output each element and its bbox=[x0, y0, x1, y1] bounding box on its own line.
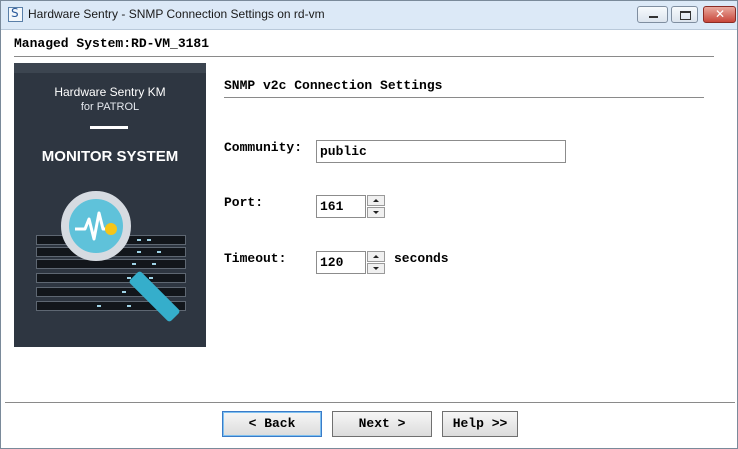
window-title: Hardware Sentry - SNMP Connection Settin… bbox=[28, 7, 325, 21]
timeout-stepper[interactable] bbox=[367, 251, 385, 274]
back-button[interactable]: < Back bbox=[222, 411, 322, 437]
community-label: Community: bbox=[224, 140, 303, 155]
section-divider bbox=[224, 97, 704, 98]
header-divider bbox=[14, 56, 714, 57]
port-input[interactable]: 161 bbox=[316, 195, 366, 218]
banner-product-name: Hardware Sentry KM bbox=[54, 85, 166, 99]
help-button[interactable]: Help >> bbox=[442, 411, 518, 437]
chevron-up-icon[interactable] bbox=[367, 251, 385, 262]
community-input[interactable]: public bbox=[316, 140, 566, 163]
maximize-icon[interactable] bbox=[671, 6, 698, 23]
port-label: Port: bbox=[224, 195, 264, 210]
footer-divider bbox=[5, 402, 735, 403]
timeout-unit-label: seconds bbox=[394, 251, 449, 266]
managed-system-label: Managed System:RD-VM_3181 bbox=[14, 36, 210, 51]
timeout-input[interactable]: 120 bbox=[316, 251, 366, 274]
chevron-down-icon[interactable] bbox=[367, 263, 385, 274]
port-stepper[interactable] bbox=[367, 195, 385, 218]
chevron-down-icon[interactable] bbox=[367, 207, 385, 218]
wizard-window: Hardware Sentry - SNMP Connection Settin… bbox=[0, 0, 738, 449]
server-rack-unit bbox=[36, 273, 186, 283]
title-bar[interactable]: Hardware Sentry - SNMP Connection Settin… bbox=[1, 1, 737, 30]
banner-product-sub: for PATROL bbox=[80, 101, 140, 113]
timeout-label: Timeout: bbox=[224, 251, 287, 266]
chevron-up-icon[interactable] bbox=[367, 195, 385, 206]
close-icon[interactable] bbox=[703, 6, 736, 23]
next-button[interactable]: Next > bbox=[332, 411, 432, 437]
magnifier-icon bbox=[61, 191, 131, 261]
banner-strip bbox=[14, 63, 206, 73]
section-title: SNMP v2c Connection Settings bbox=[224, 78, 443, 93]
minimize-icon[interactable] bbox=[637, 6, 668, 23]
banner-headline: MONITOR SYSTEM bbox=[41, 148, 179, 165]
app-icon bbox=[8, 6, 23, 22]
banner-divider bbox=[90, 126, 128, 129]
product-banner: Hardware Sentry KM for PATROL MONITOR SY… bbox=[14, 63, 206, 347]
server-rack-unit bbox=[36, 259, 186, 269]
